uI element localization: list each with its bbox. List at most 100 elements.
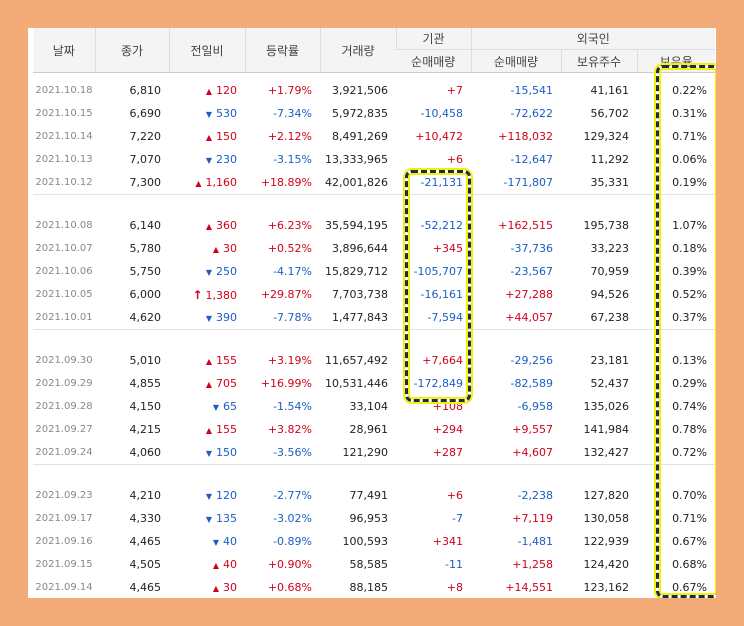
cell-foreign-ratio: 0.74% [672, 400, 708, 413]
cell-change: ▼ 135 [169, 507, 245, 530]
change-value: 1,380 [205, 288, 238, 302]
cell-close: 6,690 [129, 107, 162, 120]
col-header-inst-net: 순매매량 [396, 49, 471, 73]
cell-foreign-net: -6,958 [517, 400, 553, 413]
cell-date: 2021.09.15 [35, 559, 93, 570]
cell-inst-net: -7,594 [427, 311, 463, 324]
cell-inst-net: +108 [432, 400, 463, 413]
trading-table-panel: 날짜 종가 전일비 등락률 거래량 기관 외국인 순매매량 순매매량 보유주수 … [28, 28, 716, 598]
group-gap [33, 195, 715, 214]
table-row: 2021.10.07 5,780 ▲ 30 +0.52% 3,896,644 +345 -37… [33, 237, 715, 260]
cell-foreign-holdings: 33,223 [590, 242, 630, 255]
foreign-institution-trading-table: 날짜 종가 전일비 등락률 거래량 기관 외국인 순매매량 순매매량 보유주수 … [33, 28, 716, 598]
cell-change: ▲ 40 [169, 553, 245, 576]
cell-close: 6,000 [129, 288, 162, 301]
cell-close: 7,300 [129, 176, 162, 189]
cell-date: 2021.10.12 [35, 177, 93, 188]
col-header-close: 종가 [94, 28, 169, 73]
cell-rate: -2.77% [273, 489, 312, 502]
col-header-foreign-ratio: 보유율 [636, 49, 716, 73]
cell-rate: +3.82% [267, 423, 312, 436]
cell-foreign-net: -1,481 [517, 535, 553, 548]
table-row: 2021.09.30 5,010 ▲ 155 +3.19% 11,657,492 +7,66… [33, 349, 715, 372]
cell-rate: +6.23% [267, 219, 312, 232]
cell-rate: -4.17% [273, 265, 312, 278]
cell-rate: -1.54% [273, 400, 312, 413]
cell-foreign-ratio: 0.71% [672, 512, 708, 525]
cell-rate: +3.19% [267, 354, 312, 367]
table-row: 2021.09.27 4,215 ▲ 155 +3.82% 28,961 +294 +9,55… [33, 418, 715, 441]
cell-date: 2021.10.06 [35, 266, 93, 277]
cell-volume: 3,896,644 [332, 242, 388, 255]
cell-volume: 11,657,492 [325, 354, 388, 367]
cell-foreign-net: +9,557 [512, 423, 553, 436]
cell-rate: -3.56% [273, 446, 312, 459]
cell-rate: -7.34% [273, 107, 312, 120]
cell-foreign-ratio: 0.67% [672, 535, 708, 548]
cell-foreign-net: -29,256 [510, 354, 553, 367]
cell-change: ▼ 150 [169, 441, 245, 465]
cell-date: 2021.09.24 [35, 447, 93, 458]
upper-limit-arrow-icon: ↑ [192, 287, 203, 302]
down-triangle-icon: ▼ [212, 538, 219, 547]
change-value: 390 [216, 311, 237, 324]
change-value: 705 [216, 377, 237, 390]
cell-volume: 13,333,965 [325, 153, 388, 166]
cell-date: 2021.10.14 [35, 131, 93, 142]
cell-rate: +1.79% [267, 84, 312, 97]
cell-rate: +0.90% [267, 558, 312, 571]
cell-volume: 100,593 [342, 535, 389, 548]
cell-date: 2021.09.29 [35, 378, 93, 389]
table-row: 2021.10.05 6,000 ↑ 1,380 +29.87% 7,703,738 -16… [33, 283, 715, 306]
cell-change: ▼ 230 [169, 148, 245, 171]
change-value: 30 [223, 581, 237, 594]
cell-inst-net: -172,849 [413, 377, 463, 390]
cell-close: 4,330 [129, 512, 162, 525]
cell-inst-net: +10,472 [415, 130, 463, 143]
change-value: 360 [216, 219, 237, 232]
cell-foreign-ratio: 0.06% [672, 153, 708, 166]
cell-inst-net: +345 [432, 242, 463, 255]
col-header-foreign-holdings: 보유주수 [560, 49, 637, 73]
table-row: 2021.10.14 7,220 ▲ 150 +2.12% 8,491,269 +10,47… [33, 125, 715, 148]
cell-foreign-ratio: 0.19% [672, 176, 708, 189]
cell-date: 2021.10.13 [35, 154, 93, 165]
cell-inst-net: +7 [446, 84, 463, 97]
col-header-rate: 등락률 [244, 28, 320, 73]
cell-inst-net: -10,458 [420, 107, 463, 120]
cell-change: ▲ 360 [169, 214, 245, 237]
cell-volume: 1,477,843 [332, 311, 388, 324]
cell-inst-net: +294 [432, 423, 463, 436]
cell-date: 2021.09.28 [35, 401, 93, 412]
cell-rate: +2.12% [267, 130, 312, 143]
down-triangle-icon: ▼ [205, 492, 212, 501]
down-triangle-icon: ▼ [205, 110, 212, 119]
change-value: 230 [216, 153, 237, 166]
change-value: 150 [216, 446, 237, 459]
cell-inst-net: +8 [446, 581, 463, 594]
cell-foreign-holdings: 141,984 [583, 423, 630, 436]
cell-foreign-holdings: 70,959 [590, 265, 630, 278]
cell-rate: -3.15% [273, 153, 312, 166]
cell-foreign-ratio: 0.68% [672, 558, 708, 571]
cell-change: ▼ 530 [169, 102, 245, 125]
cell-change: ▲ 150 [169, 125, 245, 148]
cell-foreign-ratio: 0.31% [672, 107, 708, 120]
cell-foreign-holdings: 122,939 [583, 535, 630, 548]
cell-foreign-net: -72,622 [510, 107, 553, 120]
cell-close: 4,150 [129, 400, 162, 413]
up-triangle-icon: ▲ [205, 222, 212, 231]
cell-change: ▼ 390 [169, 306, 245, 330]
cell-close: 7,220 [129, 130, 162, 143]
cell-volume: 88,185 [349, 581, 389, 594]
cell-rate: -3.02% [273, 512, 312, 525]
cell-volume: 35,594,195 [325, 219, 388, 232]
cell-change: ▲ 120 [169, 79, 245, 102]
cell-inst-net: -105,707 [413, 265, 463, 278]
up-triangle-icon: ▲ [205, 380, 212, 389]
cell-foreign-ratio: 0.70% [672, 489, 708, 502]
cell-volume: 10,531,446 [325, 377, 388, 390]
cell-close: 4,855 [129, 377, 162, 390]
cell-change: ▼ 250 [169, 260, 245, 283]
table-row: 2021.09.16 4,465 ▼ 40 -0.89% 100,593 +341 -1,48… [33, 530, 715, 553]
